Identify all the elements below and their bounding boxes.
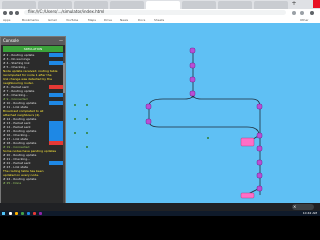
router-node[interactable] bbox=[256, 103, 263, 110]
marker-dot bbox=[86, 104, 88, 106]
address-bar[interactable]: file:///C:/Users/.../simulator/index.htm… bbox=[24, 9, 286, 15]
network-link bbox=[148, 93, 194, 107]
bookmark-item[interactable]: Bookmarks bbox=[22, 18, 39, 22]
browser-tab[interactable] bbox=[38, 1, 72, 9]
marker-dot bbox=[86, 132, 88, 134]
bookmark-item[interactable]: Sheets bbox=[154, 18, 164, 22]
console-log: # 2 - Routing update # 3 - No warnings # 4… bbox=[3, 53, 63, 205]
new-tab-button[interactable]: + bbox=[291, 1, 297, 7]
start-button-icon[interactable] bbox=[2, 212, 5, 215]
address-bar-url[interactable]: file:///C:/Users/.../simulator/index.htm… bbox=[28, 9, 104, 14]
bookmark-item[interactable]: Apps bbox=[3, 18, 10, 22]
file-explorer-icon[interactable] bbox=[15, 212, 18, 215]
close-icon[interactable]: × bbox=[293, 204, 297, 210]
console-panel-header[interactable]: Console — bbox=[1, 37, 65, 45]
highlighted-nodes bbox=[240, 137, 255, 199]
taskbar-strip: 10:42 AM bbox=[0, 211, 320, 216]
bookmark-item[interactable]: News bbox=[120, 18, 128, 22]
bookmark-item[interactable]: Drive bbox=[104, 18, 112, 22]
editor-app-icon[interactable] bbox=[27, 212, 30, 215]
browser-tab[interactable] bbox=[218, 1, 252, 9]
highlighted-node[interactable] bbox=[240, 192, 255, 199]
router-node[interactable] bbox=[256, 132, 263, 139]
network-link bbox=[148, 120, 260, 136]
marker-dot bbox=[74, 118, 76, 120]
profile-avatar[interactable] bbox=[300, 11, 304, 15]
network-diagram bbox=[74, 47, 263, 199]
router-node[interactable] bbox=[189, 76, 196, 83]
router-node[interactable] bbox=[189, 90, 196, 97]
search-icon[interactable] bbox=[9, 212, 12, 215]
bookmark-item[interactable]: Docs bbox=[138, 18, 145, 22]
status-pill[interactable]: × bbox=[292, 204, 314, 210]
router-node[interactable] bbox=[256, 172, 263, 179]
marker-dot bbox=[74, 132, 76, 134]
simulation-banner: SIMULATION bbox=[3, 46, 63, 52]
browser-tab[interactable] bbox=[110, 1, 144, 9]
router-node[interactable] bbox=[256, 159, 263, 166]
close-window-button[interactable] bbox=[313, 0, 320, 8]
browser-app-icon[interactable] bbox=[21, 212, 24, 215]
network-link bbox=[192, 93, 261, 108]
chat-app-icon[interactable] bbox=[39, 212, 42, 215]
menu-icon[interactable] bbox=[310, 11, 314, 15]
browser-tab[interactable] bbox=[2, 1, 36, 9]
browser-tab[interactable] bbox=[182, 1, 216, 9]
minimize-button[interactable] bbox=[299, 0, 306, 8]
console-log-text: # 25 - Done bbox=[3, 181, 22, 185]
router-node[interactable] bbox=[189, 62, 196, 69]
status-bar: × bbox=[0, 203, 320, 211]
back-icon[interactable] bbox=[3, 11, 7, 15]
router-node[interactable] bbox=[145, 118, 152, 125]
bookmark-item[interactable]: Other bbox=[300, 18, 309, 22]
router-node[interactable] bbox=[256, 145, 263, 152]
console-scrollbar[interactable] bbox=[63, 53, 65, 203]
os-taskbar: 10:42 AM bbox=[0, 211, 320, 240]
link-lines bbox=[148, 50, 261, 195]
bookmark-item[interactable]: Gmail bbox=[48, 18, 57, 22]
browser-window: + file:///C:/Users/.../simulator/index.h… bbox=[0, 0, 320, 211]
console-panel: Console — SIMULATION # 2 - Routing updat… bbox=[0, 36, 66, 206]
marker-dot bbox=[207, 137, 209, 139]
small-markers bbox=[74, 104, 209, 148]
bookmark-item[interactable]: YouTube bbox=[66, 18, 78, 22]
media-app-icon[interactable] bbox=[33, 212, 36, 215]
tab-bar: + bbox=[0, 0, 320, 9]
console-panel-title: Console bbox=[3, 38, 19, 43]
browser-tab[interactable] bbox=[74, 1, 108, 9]
router-node[interactable] bbox=[189, 47, 196, 54]
minimize-panel-button[interactable]: — bbox=[59, 37, 63, 45]
forward-icon[interactable] bbox=[9, 11, 13, 15]
screen: + file:///C:/Users/.../simulator/index.h… bbox=[0, 0, 320, 240]
router-node[interactable] bbox=[256, 185, 263, 192]
console-scrollbar-thumb[interactable] bbox=[63, 63, 65, 93]
maximize-button[interactable] bbox=[306, 0, 313, 8]
router-nodes bbox=[145, 47, 263, 192]
extension-icon[interactable] bbox=[292, 11, 296, 15]
browser-tab[interactable] bbox=[254, 1, 288, 9]
network-canvas[interactable] bbox=[67, 23, 320, 211]
marker-dot bbox=[74, 104, 76, 106]
reload-icon[interactable] bbox=[15, 11, 19, 15]
router-node[interactable] bbox=[145, 103, 152, 110]
bookmark-item[interactable]: Maps bbox=[88, 18, 96, 22]
marker-dot bbox=[86, 146, 88, 148]
console-log-line: # 25 - Done bbox=[3, 181, 63, 185]
taskbar-clock[interactable]: 10:42 AM bbox=[303, 211, 317, 216]
highlighted-node[interactable] bbox=[240, 137, 255, 147]
browser-tab-active[interactable] bbox=[146, 1, 180, 9]
marker-dot bbox=[86, 118, 88, 120]
